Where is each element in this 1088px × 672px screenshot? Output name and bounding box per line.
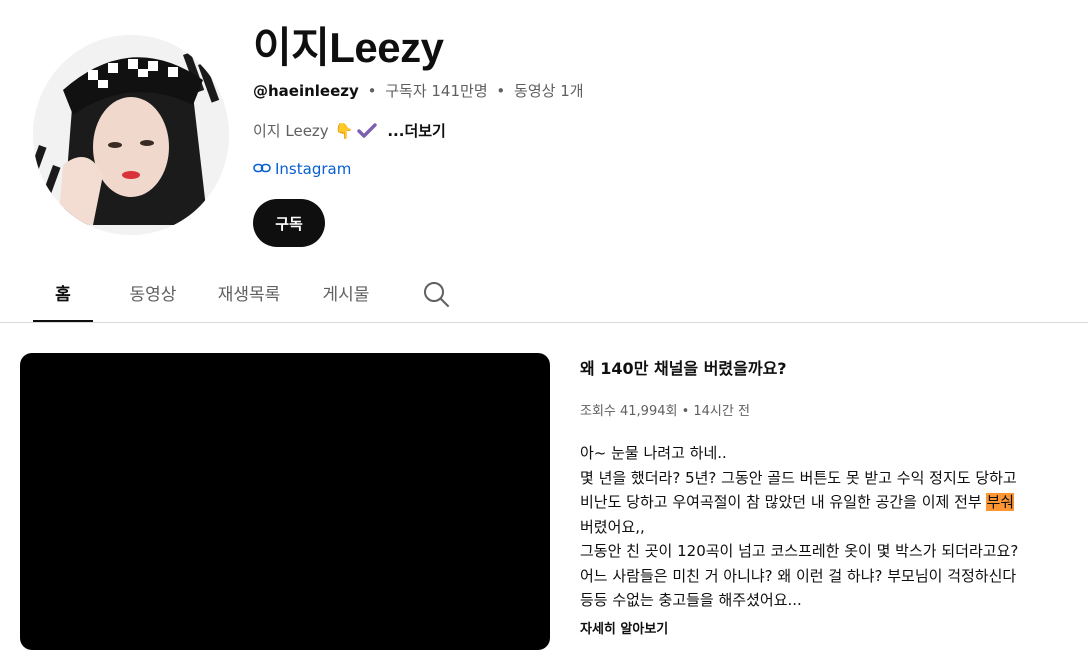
featured-video-stats: 조회수 41,994회 • 14시간 전: [580, 404, 750, 419]
channel-page: 이지Leezy @haeinleezy • 구독자 141만명 • 동영상 1개…: [0, 0, 1088, 672]
tab-videos[interactable]: 동영상: [118, 262, 188, 322]
video-count: 동영상 1개: [514, 82, 584, 100]
instagram-link-label: Instagram: [275, 160, 352, 178]
subscriber-count: 구독자 141만명: [385, 82, 488, 100]
verified-check-icon: [357, 122, 378, 139]
search-icon[interactable]: [421, 279, 451, 309]
featured-video-description: 아~ 눈물 나려고 하네.. 몇 년을 했더라? 5년? 그동안 골드 버튼도 …: [580, 441, 1080, 613]
description-line: 아~ 눈물 나려고 하네..: [580, 444, 727, 462]
description-text: 이지 Leezy: [253, 122, 329, 140]
tab-posts[interactable]: 게시물: [311, 262, 381, 322]
description-line: 몇 년을 했더라? 5년? 그동안 골드 버튼도 못 받고 수익 정지도 당하고: [580, 468, 1017, 487]
highlighted-word: 부숴: [986, 493, 1015, 511]
featured-video-title[interactable]: 왜 140만 채널을 버렸을까요?: [580, 355, 787, 379]
subscribe-button[interactable]: 구독: [253, 199, 325, 247]
channel-tabs: 홈 동영상 재생목록 게시물: [0, 262, 1088, 323]
description-line: 어느 사람들은 미친 거 아니냐? 왜 이런 걸 하냐? 부모님이 걱정하신다: [580, 566, 1017, 585]
featured-video-player[interactable]: [20, 353, 550, 650]
description-line: 버렸어요,,: [580, 517, 645, 536]
meta-separator: •: [496, 82, 506, 100]
channel-description[interactable]: 이지 Leezy 👇 ...더보기: [253, 120, 446, 141]
meta-separator: •: [367, 82, 377, 100]
link-icon: [253, 160, 271, 178]
read-more-link[interactable]: 자세히 알아보기: [580, 618, 668, 637]
tab-playlists[interactable]: 재생목록: [206, 262, 292, 322]
description-line: 그동안 친 곳이 120곡이 넘고 코스프레한 옷이 몇 박스가 되더라고요?: [580, 542, 1019, 560]
description-line: 등등 수없는 충고들을 해주셨어요...: [580, 591, 802, 609]
instagram-link[interactable]: Instagram: [253, 160, 351, 178]
channel-handle: @haeinleezy: [253, 82, 359, 100]
tab-home[interactable]: 홈: [33, 262, 93, 322]
channel-name: 이지Leezy: [253, 24, 444, 71]
description-line: 비난도 당하고 우여곡절이 참 많았던 내 유일한 공간을 이제 전부 부숴: [580, 490, 1080, 515]
more-button[interactable]: ...더보기: [387, 120, 446, 141]
channel-avatar[interactable]: [33, 35, 229, 235]
description-line-text: 비난도 당하고 우여곡절이 참 많았던 내 유일한 공간을 이제 전부: [580, 493, 987, 511]
pointing-down-emoji: 👇: [334, 121, 354, 140]
channel-meta: @haeinleezy • 구독자 141만명 • 동영상 1개: [253, 80, 584, 101]
